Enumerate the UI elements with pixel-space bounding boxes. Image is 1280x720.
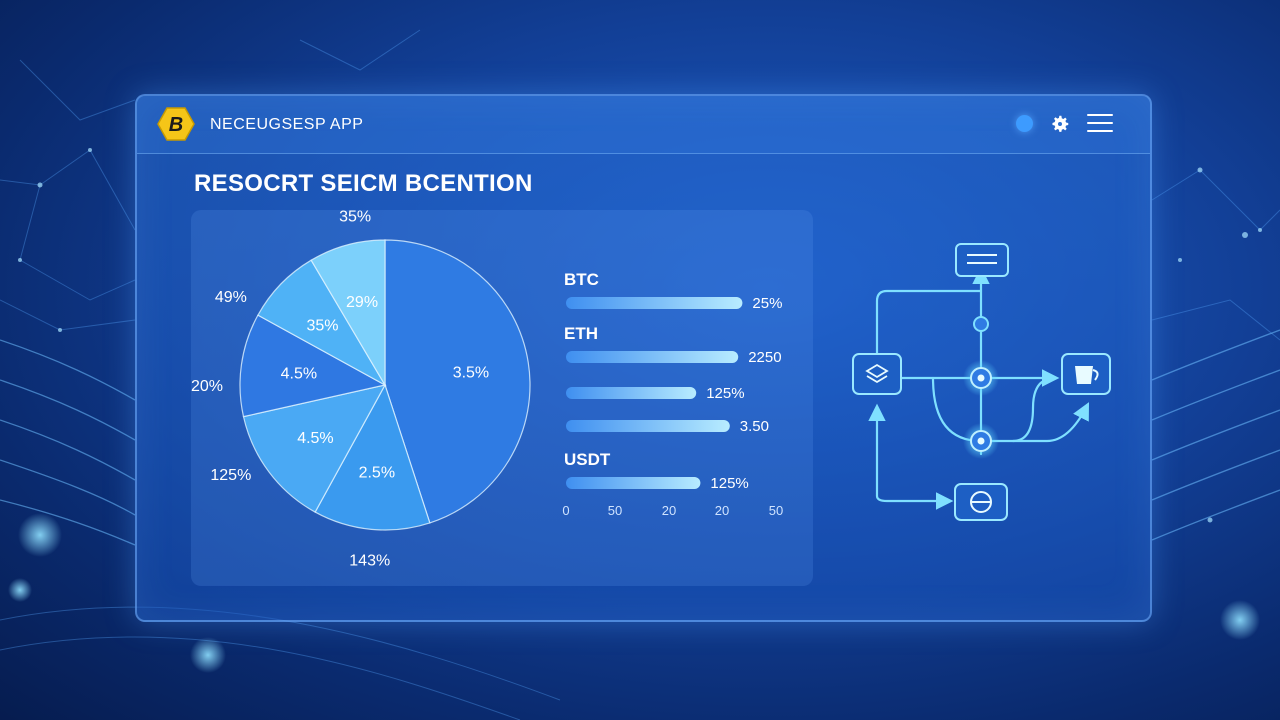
- hamburger-menu-icon[interactable]: [1087, 114, 1113, 134]
- bar: [566, 297, 743, 309]
- flow-diagram: [852, 243, 1111, 521]
- bar-value-label: 125%: [710, 475, 748, 492]
- pie-outer-label: 20%: [191, 378, 223, 395]
- pie-slice-label: 29%: [346, 294, 378, 311]
- app-window: B NECEUGSESP APP RESOCRT SEICM BCENTION …: [135, 94, 1152, 622]
- status-dot-icon[interactable]: [1016, 115, 1033, 132]
- bar-value-label: 3.50: [740, 418, 769, 435]
- pie-slice-label: 4.5%: [281, 366, 317, 383]
- pie-outer-label: 49%: [215, 289, 247, 306]
- pie-outer-label: 143%: [349, 552, 390, 569]
- pie-slice-label: 4.5%: [297, 430, 333, 447]
- bar: [566, 420, 730, 432]
- title-bar: B NECEUGSESP APP: [137, 96, 1150, 154]
- bar-value-label: 125%: [706, 385, 744, 402]
- pie-slice-label: 3.5%: [453, 364, 489, 381]
- chart-panel: 3.5% 2.5% 4.5% 4.5% 35% 29% 35% 49% 20% 125% 143% B…: [191, 210, 813, 586]
- bar-value-label: 2250: [748, 349, 781, 366]
- menu-box-icon[interactable]: [955, 243, 1009, 277]
- bar-category-label: BTC: [564, 270, 599, 289]
- app-logo-icon: B: [157, 107, 195, 141]
- x-tick-label: 50: [769, 503, 783, 518]
- globe-icon[interactable]: [954, 483, 1008, 521]
- bar: [566, 477, 701, 489]
- gear-icon[interactable]: [1049, 113, 1071, 135]
- bar: [566, 387, 697, 399]
- layers-icon[interactable]: [852, 353, 902, 395]
- cup-icon[interactable]: [1061, 353, 1111, 395]
- pie-slice-label: 35%: [307, 317, 339, 334]
- x-tick-label: 50: [608, 503, 622, 518]
- bar: [566, 351, 739, 363]
- pie-slice-label: 2.5%: [359, 465, 395, 482]
- x-tick-label: 0: [562, 503, 569, 518]
- bar-category-label: USDT: [564, 450, 611, 469]
- svg-text:B: B: [169, 114, 183, 136]
- flow-hub-core: [977, 374, 985, 382]
- bar-value-label: 25%: [752, 295, 782, 312]
- x-tick-label: 20: [662, 503, 676, 518]
- chart-canvas: 3.5% 2.5% 4.5% 4.5% 35% 29% 35% 49% 20% 125% 143% B…: [191, 210, 783, 569]
- flow-junction: [973, 316, 989, 332]
- x-tick-label: 20: [715, 503, 729, 518]
- bar-category-label: ETH: [564, 324, 598, 343]
- app-title: NECEUGSESP APP: [210, 116, 364, 133]
- section-title: RESOCRT SEICM BCENTION: [194, 170, 533, 197]
- flow-hub-core: [977, 437, 985, 445]
- pie-outer-label: 125%: [210, 467, 251, 484]
- pie-outer-label: 35%: [339, 210, 371, 226]
